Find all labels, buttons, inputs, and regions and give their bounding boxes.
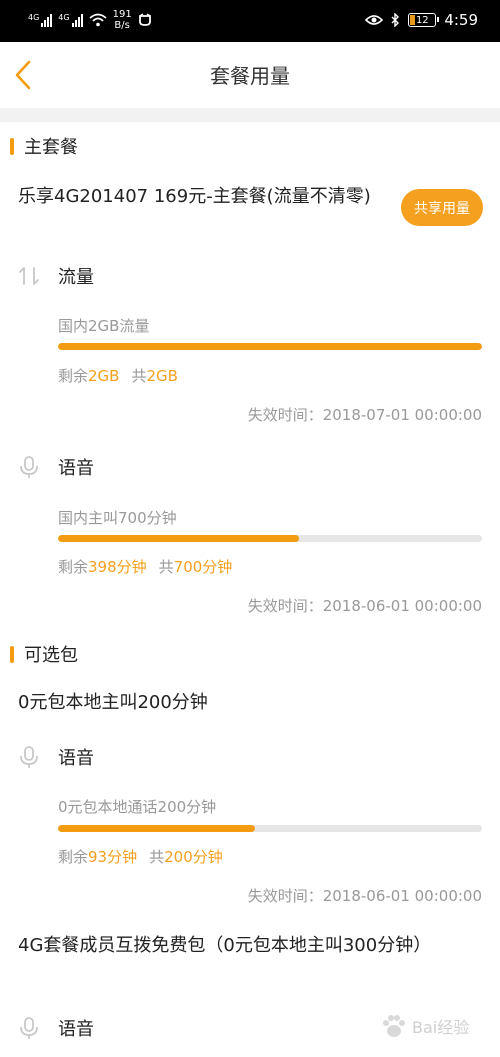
remaining-value: 398分钟 bbox=[88, 558, 147, 576]
usage-remaining: 剩余2GB 共2GB bbox=[58, 365, 178, 386]
watermark-text: Bai经验 bbox=[412, 1018, 470, 1037]
watermark: Bai经验 bbox=[380, 1006, 490, 1046]
speed-unit: B/s bbox=[114, 20, 130, 31]
remaining-value: 93分钟 bbox=[88, 848, 138, 866]
usage-description: 0元包本地通话200分钟 bbox=[58, 798, 217, 816]
microphone-icon bbox=[20, 746, 38, 768]
total-label: 共 bbox=[149, 848, 165, 866]
package-name: 乐享4G201407 169元-主套餐(流量不清零) bbox=[18, 186, 371, 207]
section-title: 可选包 bbox=[24, 645, 78, 666]
usage-progress-bar bbox=[58, 825, 482, 832]
package-name: 4G套餐成员互拨免费包（0元包本地主叫300分钟） bbox=[18, 935, 432, 956]
usage-type-row: 语音 bbox=[18, 1015, 94, 1041]
usage-description: 国内2GB流量 bbox=[58, 317, 150, 335]
paw-logo-icon bbox=[383, 1015, 405, 1037]
expiry-time: 失效时间：2018-07-01 00:00:00 bbox=[247, 406, 482, 424]
usage-progress-fill bbox=[58, 343, 482, 350]
clock: 4:59 bbox=[444, 11, 478, 29]
share-usage-button[interactable]: 共享用量 bbox=[401, 189, 483, 226]
usage-type-label: 语音 bbox=[58, 458, 94, 479]
section-divider bbox=[0, 108, 500, 122]
speed-value: 191 bbox=[112, 9, 132, 20]
usage-type-row: 语音 bbox=[18, 744, 94, 770]
signal-strength-icon: 4G bbox=[28, 13, 53, 27]
expiry-time: 失效时间：2018-06-01 00:00:00 bbox=[247, 887, 482, 905]
remaining-label: 剩余 bbox=[58, 367, 89, 385]
usage-type-row: 流量 bbox=[18, 263, 94, 289]
section-header-optional: 可选包 bbox=[10, 641, 78, 667]
usage-type-label: 语音 bbox=[58, 1019, 94, 1040]
nav-header: 套餐用量 bbox=[0, 42, 500, 108]
remaining-value: 2GB bbox=[88, 367, 120, 385]
usage-progress-bar bbox=[58, 535, 482, 542]
bluetooth-icon bbox=[391, 13, 400, 27]
usage-type-row: 语音 bbox=[18, 454, 94, 480]
page-title: 套餐用量 bbox=[210, 64, 290, 88]
data-arrows-icon bbox=[19, 267, 39, 285]
status-bar: 4G 4G 191 B/s 12 4:59 bbox=[0, 0, 500, 42]
battery-level: 12 bbox=[415, 14, 429, 26]
section-accent-bar bbox=[10, 645, 14, 663]
total-label: 共 bbox=[158, 558, 174, 576]
total-value: 700分钟 bbox=[173, 558, 233, 576]
usage-description: 国内主叫700分钟 bbox=[58, 509, 177, 527]
total-label: 共 bbox=[131, 367, 147, 385]
section-title: 主套餐 bbox=[24, 137, 78, 158]
package-name: 0元包本地主叫200分钟 bbox=[18, 692, 208, 713]
section-accent-bar bbox=[10, 137, 14, 155]
total-value: 2GB bbox=[146, 367, 178, 385]
expiry-time: 失效时间：2018-06-01 00:00:00 bbox=[247, 597, 482, 615]
total-value: 200分钟 bbox=[164, 848, 223, 866]
signal-strength-icon: 4G bbox=[58, 13, 83, 27]
usage-progress-bar bbox=[58, 343, 482, 350]
wifi-icon bbox=[89, 13, 107, 27]
app-notification-icon bbox=[138, 13, 151, 26]
remaining-label: 剩余 bbox=[58, 848, 89, 866]
network-type-label: 4G bbox=[28, 13, 40, 22]
microphone-icon bbox=[20, 456, 38, 478]
network-speed: 191 B/s bbox=[113, 9, 132, 31]
usage-type-label: 语音 bbox=[58, 748, 94, 769]
battery-icon: 12 bbox=[408, 13, 440, 27]
usage-remaining: 剩余93分钟 共200分钟 bbox=[58, 846, 223, 867]
microphone-icon bbox=[20, 1017, 38, 1039]
section-header-main: 主套餐 bbox=[10, 133, 78, 159]
remaining-label: 剩余 bbox=[58, 558, 89, 576]
network-type-label: 4G bbox=[58, 13, 70, 22]
usage-progress-fill bbox=[58, 825, 256, 832]
eye-comfort-icon bbox=[365, 15, 384, 25]
usage-progress-fill bbox=[58, 535, 300, 542]
usage-remaining: 剩余398分钟 共700分钟 bbox=[58, 556, 232, 577]
usage-type-label: 流量 bbox=[58, 267, 94, 288]
